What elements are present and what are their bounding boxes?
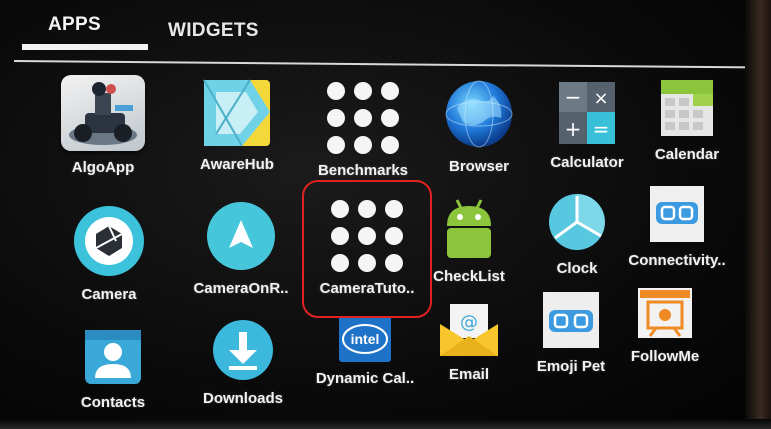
contacts-icon	[83, 326, 143, 386]
followme-label: FollowMe	[630, 348, 700, 365]
email-envelope-icon: @	[438, 302, 500, 358]
connectivity-label: Connectivity..	[628, 252, 726, 269]
android-robot-icon	[439, 196, 499, 260]
device-bezel-right	[745, 0, 771, 429]
svg-text:−: −	[565, 85, 582, 109]
emojipet-icon	[541, 290, 601, 350]
app-algoapp[interactable]: AlgoApp	[38, 75, 168, 176]
followme-icon	[636, 286, 694, 340]
algoapp-icon	[61, 75, 145, 151]
app-followme[interactable]: FollowMe	[600, 286, 730, 365]
selection-highlight	[302, 180, 432, 318]
calendar-label: Calendar	[654, 146, 720, 163]
camera-label: Camera	[81, 286, 137, 303]
app-calendar[interactable]: Calendar	[622, 78, 752, 163]
app-contacts[interactable]: Contacts	[48, 326, 178, 411]
calendar-icon	[659, 78, 715, 138]
calculator-icon: − × + =	[557, 80, 617, 146]
cameraonr-label: CameraOnR..	[193, 280, 289, 297]
clock-icon	[547, 192, 607, 252]
tab-apps[interactable]: APPS	[48, 14, 101, 36]
camera-shutter-icon	[72, 204, 146, 278]
intel-logo-icon: intel	[339, 316, 391, 362]
globe-icon	[443, 78, 515, 150]
app-downloads[interactable]: Downloads	[178, 318, 308, 407]
algoapp-label: AlgoApp	[71, 159, 135, 176]
awarehub-icon	[202, 78, 272, 148]
app-connectivity[interactable]: Connectivity..	[612, 184, 742, 269]
active-tab-indicator	[22, 44, 148, 50]
app-cameraonr[interactable]: CameraOnR..	[176, 200, 306, 297]
download-icon	[211, 318, 275, 382]
app-awarehub[interactable]: AwareHub	[172, 78, 302, 173]
svg-text:=: =	[593, 117, 610, 141]
launcher-screen: APPS WIDGETS AlgoApp AwareHub Benchmarks…	[0, 0, 771, 429]
svg-text:@: @	[460, 312, 478, 333]
contacts-label: Contacts	[80, 394, 146, 411]
app-camera[interactable]: Camera	[44, 204, 174, 303]
device-bezel-bottom	[0, 419, 771, 429]
svg-text:×: ×	[593, 88, 608, 109]
tab-bar: APPS WIDGETS	[13, 0, 750, 69]
svg-text:+: +	[565, 117, 582, 141]
navigation-arrow-icon	[205, 200, 277, 272]
svg-text:intel: intel	[351, 331, 380, 347]
connectivity-icon	[648, 184, 706, 244]
downloads-label: Downloads	[202, 390, 283, 407]
tab-divider	[13, 60, 750, 69]
awarehub-label: AwareHub	[200, 156, 274, 173]
app-benchmarks[interactable]: Benchmarks	[298, 82, 428, 179]
benchmarks-label: Benchmarks	[317, 162, 409, 179]
app-grid-icon	[327, 82, 399, 154]
tab-widgets[interactable]: WIDGETS	[168, 20, 259, 42]
